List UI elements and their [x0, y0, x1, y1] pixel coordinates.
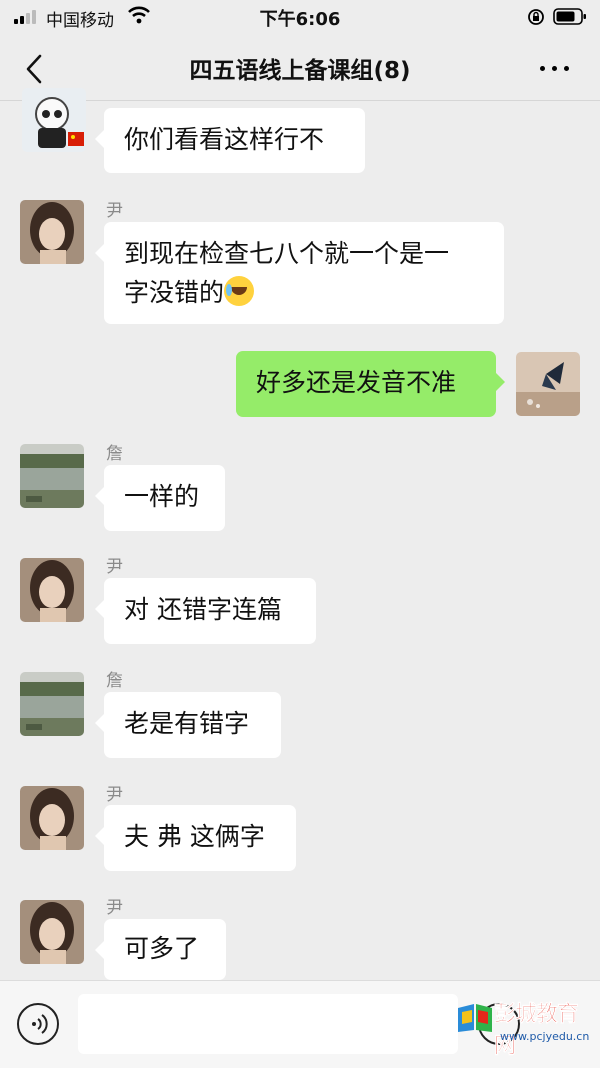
message-text: 对 还错字连篇 [124, 595, 282, 624]
message-text: 你们看看这样行不 [124, 125, 325, 154]
my-avatar[interactable] [516, 352, 580, 416]
rotation-lock-icon [528, 9, 544, 25]
chat-title: 四五语线上备课组(8) [189, 58, 411, 84]
chat-header: 四五语线上备课组(8) [0, 34, 600, 101]
message-bubble[interactable]: 你们看看这样行不 [95, 108, 365, 173]
voice-wave-icon [32, 1014, 48, 1034]
book-logo-icon [458, 1004, 492, 1032]
message-bubble[interactable]: 到现在检查七八个就一个是一 字没错的 [95, 222, 504, 324]
watermark-url: www.pcjyedu.cn [500, 1030, 590, 1043]
message-text: 到现在检查七八个就一个是一 [124, 239, 450, 268]
message-text: 老是有错字 [124, 709, 250, 738]
watermark-name: 彭城教育网 [494, 1002, 580, 1060]
message-text: 可多了 [124, 934, 200, 963]
crying-laughing-emoji-icon [224, 276, 255, 306]
message-text: 字没错的 [124, 278, 225, 307]
sender-avatar[interactable] [22, 88, 86, 152]
message-input[interactable] [78, 994, 458, 1054]
sender-avatar[interactable] [20, 786, 84, 850]
sender-avatar[interactable] [20, 444, 84, 508]
message-bubble[interactable]: 对 还错字连篇 [95, 578, 316, 644]
sender-avatar[interactable] [20, 558, 84, 622]
message-bubble[interactable]: 好多还是发音不准 [236, 351, 505, 417]
sender-avatar[interactable] [20, 200, 84, 264]
voice-input-button[interactable] [17, 1003, 59, 1045]
more-options-button[interactable] [536, 58, 576, 78]
status-bar: 中国移动 下午6:06 [0, 0, 600, 34]
sender-avatar[interactable] [20, 900, 84, 964]
message-bubble[interactable]: 可多了 [95, 919, 226, 980]
site-watermark: 彭城教育网 www.pcjyedu.cn [456, 996, 598, 1060]
message-text: 一样的 [124, 482, 200, 511]
message-text: 夫 弗 这俩字 [124, 822, 265, 851]
message-bubble[interactable]: 老是有错字 [95, 692, 281, 758]
message-bubble[interactable]: 夫 弗 这俩字 [95, 805, 296, 871]
battery-icon [553, 8, 586, 25]
message-text: 好多还是发音不准 [256, 368, 457, 397]
message-bubble[interactable]: 一样的 [95, 465, 225, 531]
clock-time: 下午6:06 [259, 9, 341, 30]
sender-avatar[interactable] [20, 672, 84, 736]
